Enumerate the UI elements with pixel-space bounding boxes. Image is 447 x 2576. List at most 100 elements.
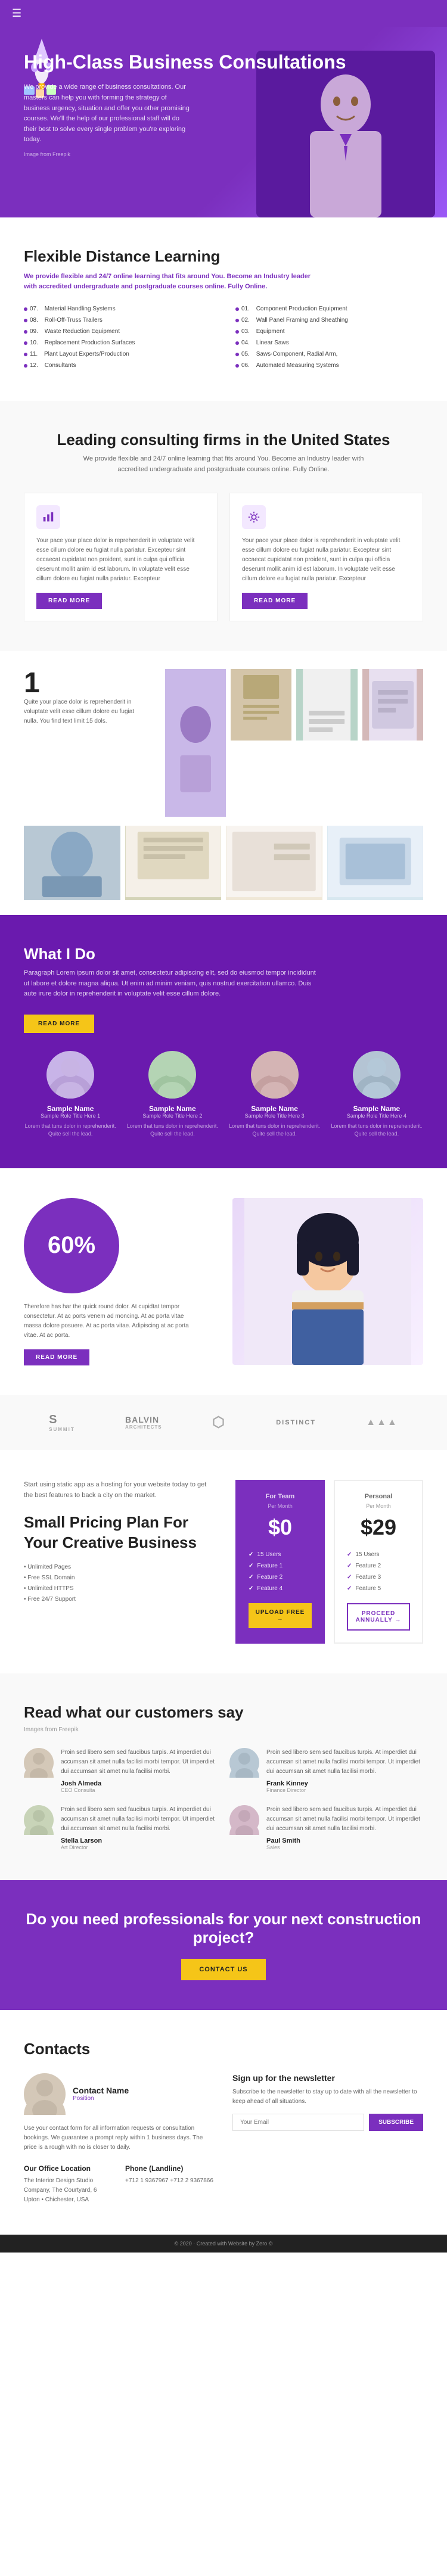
list-item: 01. Component Production Equipment (235, 303, 423, 315)
testimonial-role-1: CEO Consulta (61, 1787, 218, 1793)
pricing-free-24: • Free 24/7 Support (24, 1594, 212, 1605)
newsletter-email-input[interactable] (232, 2114, 364, 2131)
list-item: 10. Replacement Production Surfaces (24, 337, 212, 349)
team-feature-1: 15 Users (249, 1549, 312, 1560)
consulting-card-2: Your pace your place dolor is reprehende… (229, 493, 423, 621)
gallery-number: 1 (24, 669, 153, 698)
hero-text-block: High-Class Business Consultations We pro… (24, 51, 423, 158)
consulting-read-more-1[interactable]: READ MORE (36, 593, 102, 609)
list-item: 03. Equipment (235, 326, 423, 337)
flex-learning-heading: Flexible Distance Learning (24, 247, 423, 266)
testimonials-section: Read what our customers say Images from … (0, 1673, 447, 1880)
team-feature-2: Feature 1 (249, 1560, 312, 1572)
gallery-cell-6 (125, 826, 222, 900)
logo-1: S SUMMIT (49, 1413, 75, 1432)
contacts-heading: Contacts (24, 2040, 423, 2058)
team-avatar-3 (251, 1051, 299, 1099)
team-upload-free-button[interactable]: Upload Free → (249, 1603, 312, 1628)
cta-heading: Do you need professionals for your next … (24, 1910, 423, 1947)
team-role-3: Sample Role Title Here 3 (228, 1113, 321, 1119)
consulting-read-more-2[interactable]: READ MORE (242, 593, 308, 609)
testimonial-text-1: Proin sed libero sem sed faucibus turpis… (61, 1748, 218, 1777)
logo-5: ▲▲▲ (366, 1417, 398, 1428)
team-feature-4: Feature 4 (249, 1583, 312, 1594)
list-item: 05. Saws-Component, Radial Arm, (235, 349, 423, 360)
list-item: 11. Plant Layout Experts/Production (24, 349, 212, 360)
contacts-section: Contacts Contact Name Position Use your … (0, 2010, 447, 2235)
team-name-4: Sample Name (330, 1105, 423, 1113)
gallery-section: 1 Quite your place dolor is reprehenderi… (0, 651, 447, 915)
personal-feature-2: Feature 2 (347, 1560, 410, 1572)
contacts-info-block: Contact Name Position Use your contact f… (24, 2073, 215, 2205)
pricing-heading: Small Pricing Plan For Your Creative Bus… (24, 1513, 212, 1553)
cta-contact-button[interactable]: CONTACT US (181, 1959, 265, 1980)
team-card-4: Sample Name Sample Role Title Here 4 Lor… (330, 1051, 423, 1138)
chart-icon (36, 505, 60, 529)
personal-features-list: 15 Users Feature 2 Feature 3 Feature 5 (347, 1549, 410, 1594)
pricing-card-personal: Personal Per Month $29 15 Users Feature … (334, 1480, 423, 1644)
testimonial-avatar-3 (24, 1805, 54, 1835)
gallery-cell-8 (327, 826, 424, 900)
consulting-section: Leading consulting firms in the United S… (0, 401, 447, 651)
team-desc-4: Lorem that tuns dolor in reprehenderit. … (330, 1122, 423, 1138)
personal-feature-3: Feature 3 (347, 1572, 410, 1583)
gallery-grid-bottom (24, 826, 423, 897)
office-heading: Our Office Location (24, 2164, 113, 2173)
hero-section: High-Class Business Consultations We pro… (0, 27, 447, 217)
sixty-percent-value: 60% (48, 1232, 95, 1259)
gallery-cell-1 (165, 669, 226, 817)
pricing-card-team: For Team Per Month $0 15 Users Feature 1… (235, 1480, 325, 1644)
team-cards: Sample Name Sample Role Title Here 1 Lor… (24, 1051, 423, 1138)
team-feature-3: Feature 2 (249, 1572, 312, 1583)
personal-proceed-button[interactable]: Proceed Annually → (347, 1603, 410, 1631)
testimonial-text-3: Proin sed libero sem sed faucibus turpis… (61, 1805, 218, 1834)
office-address: The Interior Design Studio Company, The … (24, 2176, 113, 2205)
team-avatar-2 (148, 1051, 196, 1099)
phone-block: Phone (Landline) +712 1 9367967 +712 2 9… (125, 2164, 215, 2205)
testimonial-role-3: Art Director (61, 1844, 218, 1850)
list-item: 06. Automated Measuring Systems (235, 360, 423, 371)
team-role-4: Sample Role Title Here 4 (330, 1113, 423, 1119)
testimonial-name-4: Paul Smith (266, 1837, 423, 1844)
hero-description: We provide a wide range of business cons… (24, 82, 191, 145)
gallery-text-block: 1 Quite your place dolor is reprehenderi… (24, 669, 153, 817)
team-features-list: 15 Users Feature 1 Feature 2 Feature 4 (249, 1549, 312, 1594)
gallery-cell-4 (362, 669, 423, 741)
newsletter-subscribe-button[interactable]: SUBSCRIBE (369, 2114, 423, 2131)
team-name-1: Sample Name (24, 1105, 117, 1113)
what-read-more-button[interactable]: READ MORE (24, 1015, 94, 1033)
pricing-unlimited-https: • Unlimited HTTPS (24, 1583, 212, 1594)
flexible-learning-section: Flexible Distance Learning We provide fl… (0, 217, 447, 401)
testimonial-name-1: Josh Almeda (61, 1780, 218, 1787)
team-desc-2: Lorem that tuns dolor in reprehenderit. … (126, 1122, 219, 1138)
settings-icon (242, 505, 266, 529)
personal-plan-label: Personal (347, 1493, 410, 1500)
sixty-percent-section: 60% Therefore has har the quick round do… (0, 1168, 447, 1395)
testimonial-3: Proin sed libero sem sed faucibus turpis… (24, 1805, 218, 1850)
testimonial-role-2: Finance Director (266, 1787, 423, 1793)
newsletter-text: Subscribe to the newsletter to stay up t… (232, 2087, 423, 2107)
testimonial-2: Proin sed libero sem sed faucibus turpis… (229, 1748, 423, 1793)
testimonial-1: Proin sed libero sem sed faucibus turpis… (24, 1748, 218, 1793)
consulting-card-2-text: Your pace your place dolor is reprehende… (242, 536, 411, 584)
consulting-subtitle: We provide flexible and 24/7 online lear… (74, 454, 372, 475)
logo-2: BALVIN ARCHITECTS (125, 1415, 162, 1430)
gallery-cell-3 (296, 669, 357, 741)
sixty-read-more-button[interactable]: READ MORE (24, 1349, 89, 1365)
footer: © 2020 · Created with Website by Zero © (0, 2235, 447, 2253)
contacts-avatar-row: Contact Name Position (24, 2073, 215, 2115)
team-avatar-1 (46, 1051, 94, 1099)
hamburger-icon[interactable]: ☰ (12, 7, 21, 20)
team-desc-1: Lorem that tuns dolor in reprehenderit. … (24, 1122, 117, 1138)
testimonial-content-4: Proin sed libero sem sed faucibus turpis… (266, 1805, 423, 1850)
testimonial-avatar-2 (229, 1748, 259, 1778)
personal-feature-4: Feature 5 (347, 1583, 410, 1594)
testimonial-avatar-1 (24, 1748, 54, 1778)
hero-title: High-Class Business Consultations (24, 51, 423, 73)
cta-section: Do you need professionals for your next … (0, 1880, 447, 2010)
pricing-cards: For Team Per Month $0 15 Users Feature 1… (235, 1480, 423, 1644)
team-avatar-4 (353, 1051, 401, 1099)
contacts-avatar (24, 2073, 66, 2115)
consulting-card-1: Your pace your place dolor is reprehende… (24, 493, 218, 621)
logos-section: S SUMMIT BALVIN ARCHITECTS ⬡ DISTINCT ▲▲… (0, 1395, 447, 1450)
